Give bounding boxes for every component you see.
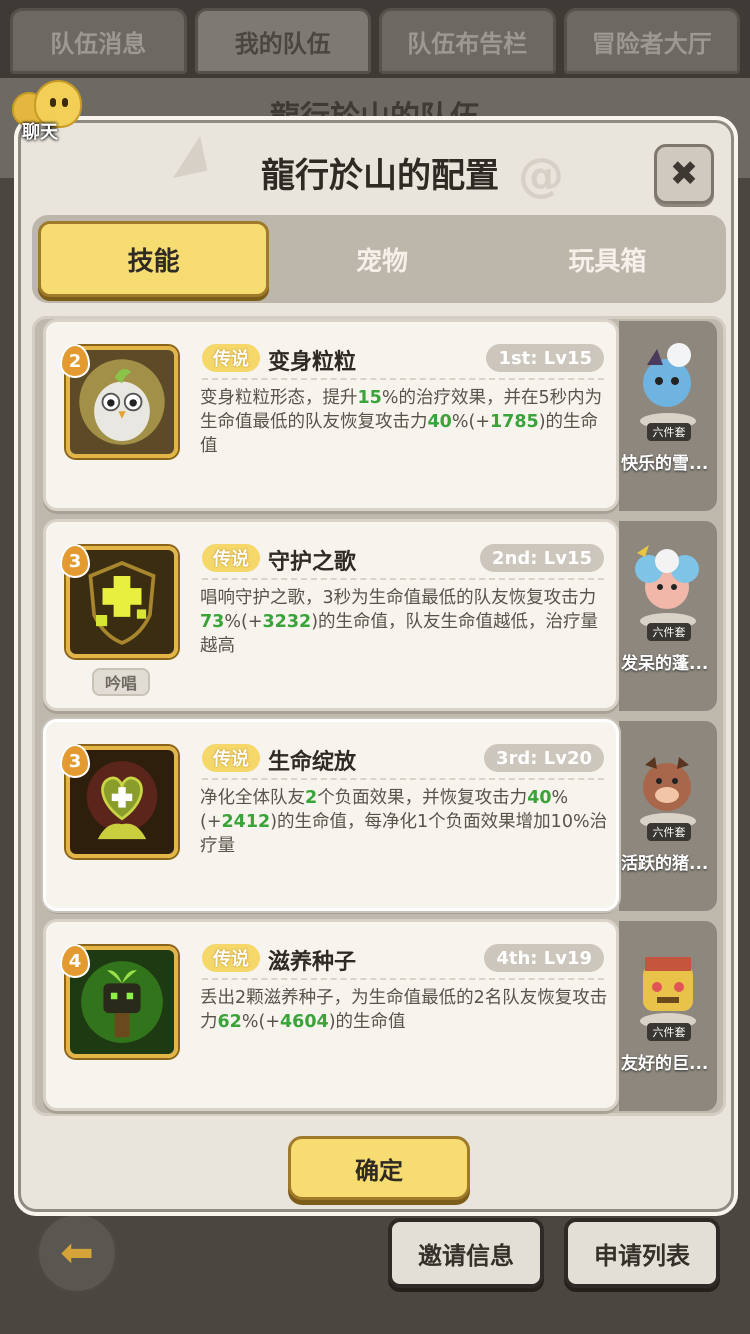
skill-description: 净化全体队友2个负面效果，并恢复攻击力40%(+2412)的生命值，每净化1个负… xyxy=(200,788,608,856)
skill-description: 丢出2颗滋养种子，为生命值最低的2名队友恢复攻击力62%(+4604)的生命值 xyxy=(200,988,608,1032)
rank-badge: 4 xyxy=(60,944,90,978)
top-tab-bar: 队伍消息 我的队伍 队伍布告栏 冒险者大厅 xyxy=(0,0,750,78)
chant-tag: 吟唱 xyxy=(92,668,150,696)
tab-team-board[interactable]: 队伍布告栏 xyxy=(379,8,556,74)
invite-info-button[interactable]: 邀请信息 xyxy=(388,1218,544,1288)
pet-name: 友好的巨... xyxy=(621,1054,709,1074)
skill-name: 守护之歌 xyxy=(268,550,357,575)
pet-name: 活跃的猪... xyxy=(621,854,709,874)
skill-description: 唱响守护之歌，3秒为生命值最低的队友恢复攻击力73%(+3232)的生命值，队友… xyxy=(200,588,599,656)
skill-list: 六件套 快乐的雪... 2 传说 变身粒粒 1st: Lv15 变身粒粒形态，提… xyxy=(32,316,726,1116)
back-arrow-icon[interactable]: ⬅ xyxy=(36,1212,118,1294)
pet-set-badge: 六件套 xyxy=(647,823,691,841)
pet-slot[interactable]: 六件套 快乐的雪... xyxy=(619,321,717,511)
rarity-badge: 传说 xyxy=(202,744,260,772)
skill-name: 变身粒粒 xyxy=(268,350,357,375)
pet-name: 发呆的蓬... xyxy=(621,654,709,674)
chat-label[interactable]: 聊天 xyxy=(22,118,58,144)
pet-avatar-icon xyxy=(627,735,709,831)
confirm-button[interactable]: 确定 xyxy=(288,1136,470,1200)
skill-name: 生命绽放 xyxy=(268,750,357,775)
config-dialog: ◢ @ 龍行於山的配置 ✖ 技能 宠物 玩具箱 六件套 快乐的雪... 2 传说… xyxy=(14,116,738,1216)
skill-level: 1st: Lv15 xyxy=(486,344,604,372)
skill-level: 4th: Lv19 xyxy=(484,944,604,972)
skill-card[interactable]: 4 传说 滋养种子 4th: Lv19 丢出2颗滋养种子，为生命值最低的2名队友… xyxy=(43,919,619,1111)
skill-name: 滋养种子 xyxy=(268,950,357,975)
rarity-badge: 传说 xyxy=(202,944,260,972)
apply-list-button[interactable]: 申请列表 xyxy=(564,1218,720,1288)
rank-badge: 3 xyxy=(60,744,90,778)
tab-skills[interactable]: 技能 xyxy=(38,221,270,297)
tab-adventurer-hall[interactable]: 冒险者大厅 xyxy=(563,8,740,74)
pet-slot[interactable]: 六件套 友好的巨... xyxy=(619,921,717,1111)
tab-team-messages[interactable]: 队伍消息 xyxy=(10,8,187,74)
skill-card[interactable]: 3 吟唱 传说 守护之歌 2nd: Lv15 唱响守护之歌，3秒为生命值最低的队… xyxy=(43,519,619,711)
rarity-badge: 传说 xyxy=(202,344,260,372)
config-tab-bar: 技能 宠物 玩具箱 xyxy=(32,215,726,303)
pet-name: 快乐的雪... xyxy=(621,454,709,474)
pet-slot[interactable]: 六件套 活跃的猪... xyxy=(619,721,717,911)
rarity-badge: 传说 xyxy=(202,544,260,572)
dialog-title: 龍行於山的配置 xyxy=(261,156,499,196)
pet-avatar-icon xyxy=(627,535,709,631)
pet-slot[interactable]: 六件套 发呆的蓬... xyxy=(619,521,717,711)
pet-avatar-icon xyxy=(627,935,709,1031)
close-icon[interactable]: ✖ xyxy=(654,144,714,204)
skill-level: 2nd: Lv15 xyxy=(480,544,604,572)
pet-set-badge: 六件套 xyxy=(647,423,691,441)
rank-badge: 2 xyxy=(60,344,90,378)
skill-card[interactable]: 3 传说 生命绽放 3rd: Lv20 净化全体队友2个负面效果，并恢复攻击力4… xyxy=(43,719,619,911)
tab-toy-box[interactable]: 玩具箱 xyxy=(495,221,720,297)
pet-set-badge: 六件套 xyxy=(647,623,691,641)
tab-pets[interactable]: 宠物 xyxy=(269,221,494,297)
pet-set-badge: 六件套 xyxy=(647,1023,691,1041)
tab-my-team[interactable]: 我的队伍 xyxy=(194,8,371,74)
skill-description: 变身粒粒形态，提升15%的治疗效果，并在5秒内为生命值最低的队友恢复攻击力40%… xyxy=(200,388,603,456)
skill-level: 3rd: Lv20 xyxy=(483,744,604,772)
skill-card[interactable]: 2 传说 变身粒粒 1st: Lv15 变身粒粒形态，提升15%的治疗效果，并在… xyxy=(43,319,619,511)
rank-badge: 3 xyxy=(60,544,90,578)
pet-avatar-icon xyxy=(627,335,709,431)
